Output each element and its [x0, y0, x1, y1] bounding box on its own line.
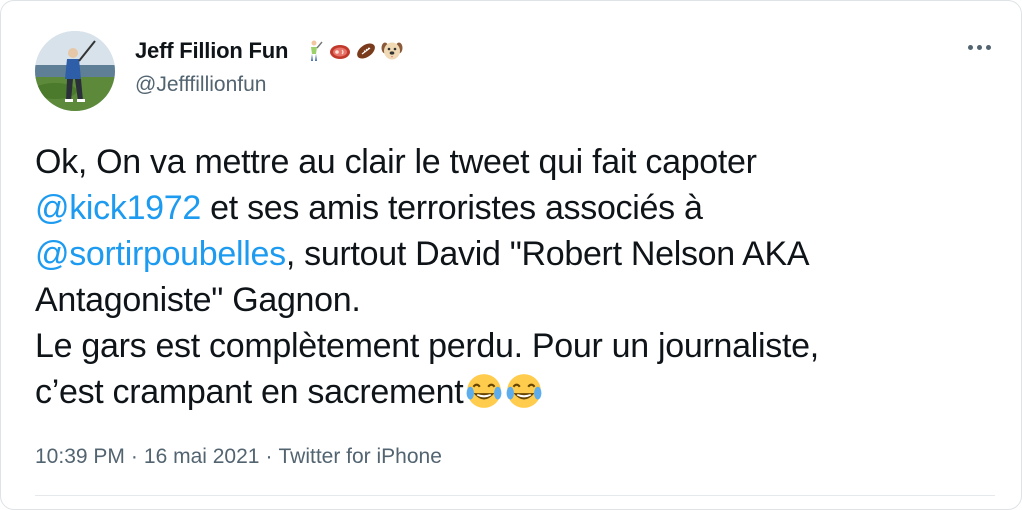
name-row: Jeff Fillion Fun — [135, 35, 404, 67]
handle[interactable]: @Jefffillionfun — [135, 73, 266, 97]
name-emojis — [302, 39, 404, 63]
tweet-text: Ok, On va mettre au clair le tweet qui f… — [35, 139, 995, 415]
tweet-time[interactable]: 10:39 PM — [35, 445, 125, 469]
more-options-button[interactable] — [961, 35, 997, 59]
meta-separator: · — [130, 445, 138, 468]
dog-face-emoji — [381, 42, 403, 60]
more-dot — [967, 44, 973, 50]
tweet-line-4: Antagoniste" Gagnon. — [35, 281, 361, 319]
steak-emoji — [330, 45, 351, 59]
more-dot — [976, 44, 982, 50]
tweet-line-5: Le gars est complètement perdu. Pour un … — [35, 327, 819, 365]
tweet-line-6: c’est crampant en sacrement — [35, 373, 464, 411]
tweet-card: Jeff Fillion Fun @Jefffillionfun Ok, On … — [0, 0, 1022, 510]
meta-separator: · — [265, 445, 273, 468]
face-with-tears-of-joy-emoji — [507, 374, 542, 408]
football-emoji — [357, 43, 376, 59]
avatar-image — [35, 31, 115, 111]
tweet-line-2: et ses amis terroristes associés à — [201, 189, 703, 227]
tweet-line-1: Ok, On va mettre au clair le tweet qui f… — [35, 143, 757, 181]
tweet-date[interactable]: 16 mai 2021 — [144, 445, 260, 469]
tweet-meta: 10:39 PM · 16 mai 2021 · Twitter for iPh… — [35, 445, 442, 469]
face-with-tears-of-joy-emoji — [467, 374, 502, 408]
golfer-emoji — [311, 40, 323, 61]
more-dot — [985, 44, 991, 50]
tweet-source[interactable]: Twitter for iPhone — [278, 445, 441, 469]
tweet-line-3: , surtout David "Robert Nelson AKA — [285, 235, 810, 273]
mention-kick1972[interactable]: @kick1972 — [35, 189, 201, 227]
display-name[interactable]: Jeff Fillion Fun — [135, 38, 288, 64]
avatar[interactable] — [35, 31, 115, 111]
mention-sortirpoubelles[interactable]: @sortirpoubelles — [35, 235, 286, 273]
divider — [35, 495, 995, 496]
